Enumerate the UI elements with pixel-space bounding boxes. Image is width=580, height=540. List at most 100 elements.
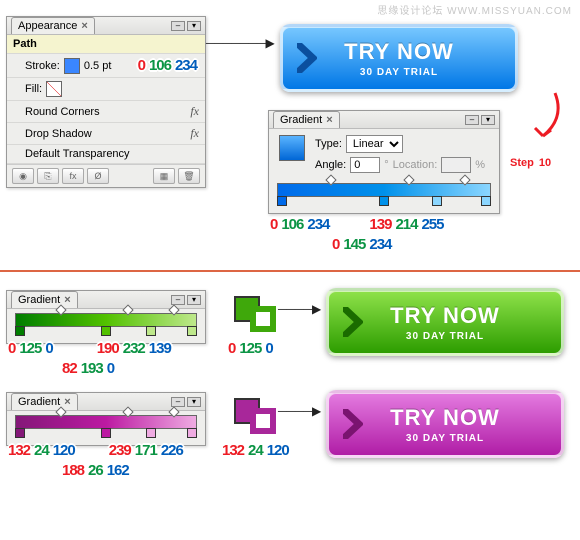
shadow-lbl: Drop Shadow xyxy=(25,128,92,140)
grad-rgb-mid: 0145234 xyxy=(330,236,393,253)
fx-icon: fx xyxy=(190,126,199,141)
close-icon[interactable]: × xyxy=(64,294,70,306)
try-button-pink[interactable]: TRY NOW 30 DAY TRIAL xyxy=(326,390,564,458)
color-stop[interactable] xyxy=(101,428,111,438)
color-stop[interactable] xyxy=(146,326,156,336)
fx-btn[interactable]: fx xyxy=(62,168,84,184)
expand-icon[interactable]: ▾ xyxy=(187,21,201,31)
g3-rgb-mid: 18826162 xyxy=(60,462,131,479)
expand-icon[interactable]: ▾ xyxy=(481,115,495,125)
stroke-row[interactable]: Stroke: 0.5 pt 0 106 234 xyxy=(7,54,205,78)
step-label: Step 10 xyxy=(510,150,551,171)
g2-rgb-mid: 821930 xyxy=(60,360,116,377)
pct-lbl: % xyxy=(475,159,485,171)
stroke-value: 0.5 pt xyxy=(84,60,112,72)
pair-rgb-p: 13224120 xyxy=(220,442,291,459)
round-lbl: Round Corners xyxy=(25,106,100,118)
grad-preview[interactable] xyxy=(279,135,305,161)
try-title: TRY NOW xyxy=(390,303,500,329)
expand-icon[interactable]: ▾ xyxy=(187,295,201,305)
gradient-bar[interactable] xyxy=(15,313,197,327)
pair-rgb-g: 01250 xyxy=(226,340,275,357)
tab-gradient[interactable]: Gradient× xyxy=(273,111,340,128)
color-stop[interactable] xyxy=(379,196,389,206)
transp-row[interactable]: Default Transparency xyxy=(7,145,205,164)
chevron-icon xyxy=(343,307,363,337)
tab-appearance[interactable]: Appearance× xyxy=(11,17,95,34)
swatch-pair-pink xyxy=(234,398,276,434)
gradient-panel-pink: Gradient× –▾ xyxy=(6,392,206,446)
panel-header: Appearance× –▾ xyxy=(7,17,205,35)
clear-icon[interactable]: Ø xyxy=(87,168,109,184)
stroke-swatch[interactable] xyxy=(250,306,276,332)
try-sub: 30 DAY TRIAL xyxy=(360,67,438,78)
color-stop[interactable] xyxy=(15,326,25,336)
try-button-blue[interactable]: TRY NOW 30 DAY TRIAL xyxy=(280,24,518,92)
fx-icon: fx xyxy=(190,104,199,119)
r: 0 xyxy=(136,57,147,74)
color-stop[interactable] xyxy=(187,326,197,336)
min-icon[interactable]: – xyxy=(465,115,479,125)
try-sub: 30 DAY TRIAL xyxy=(406,331,484,342)
color-stop[interactable] xyxy=(432,196,442,206)
transp-lbl: Default Transparency xyxy=(25,148,130,160)
none-swatch[interactable] xyxy=(46,81,62,97)
tab-gradient[interactable]: Gradient× xyxy=(11,291,78,308)
close-icon[interactable]: × xyxy=(81,20,87,32)
arrow-icon: ────▶ xyxy=(278,404,321,418)
eye-icon[interactable]: ◉ xyxy=(12,168,34,184)
try-title: TRY NOW xyxy=(390,405,500,431)
color-stop[interactable] xyxy=(146,428,156,438)
gradient-bar[interactable] xyxy=(277,183,491,197)
path-label: Path xyxy=(13,38,37,50)
panel-footer: ◉ ⎘ fx Ø ▦ 🗑 xyxy=(7,164,205,187)
stroke-swatch[interactable] xyxy=(64,58,80,74)
g2-rgb: 01250 190232139 xyxy=(6,340,173,357)
color-stop[interactable] xyxy=(277,196,287,206)
chevron-icon xyxy=(297,43,317,73)
grad-body: Type: Linear Angle: ° Location: % xyxy=(269,129,499,179)
stroke-swatch[interactable] xyxy=(250,408,276,434)
expand-icon[interactable]: ▾ xyxy=(187,397,201,407)
round-row[interactable]: Round Corners fx xyxy=(7,101,205,123)
close-icon[interactable]: × xyxy=(326,114,332,126)
grad-rgb-row: 0106234 139214255 xyxy=(268,216,446,233)
fill-lbl: Fill: xyxy=(25,83,42,95)
shadow-row[interactable]: Drop Shadow fx xyxy=(7,123,205,145)
gradient-panel: Gradient× –▾ Type: Linear Angle: ° Locat… xyxy=(268,110,500,214)
angle-lbl: Angle: xyxy=(315,159,346,171)
g3-rgb: 13224120 239171226 xyxy=(6,442,185,459)
color-stop[interactable] xyxy=(187,428,197,438)
fill-row[interactable]: Fill: xyxy=(7,78,205,101)
new-icon[interactable]: ▦ xyxy=(153,168,175,184)
color-stop[interactable] xyxy=(101,326,111,336)
type-select[interactable]: Linear xyxy=(346,135,403,153)
link-icon[interactable]: ⎘ xyxy=(37,168,59,184)
min-icon[interactable]: – xyxy=(171,21,185,31)
curve-arrow-icon xyxy=(525,88,565,148)
watermark: 思缘设计论坛 WWW.MISSYUAN.COM xyxy=(377,2,572,17)
b: 234 xyxy=(173,57,199,74)
swatch-pair-green xyxy=(234,296,276,332)
close-icon[interactable]: × xyxy=(64,396,70,408)
color-stop[interactable] xyxy=(15,428,25,438)
min-icon[interactable]: – xyxy=(171,397,185,407)
chevron-icon xyxy=(343,409,363,439)
loc-lbl: Location: xyxy=(393,159,438,171)
color-stop[interactable] xyxy=(481,196,491,206)
angle-input[interactable] xyxy=(350,157,380,173)
loc-input[interactable] xyxy=(441,157,471,173)
tab-gradient[interactable]: Gradient× xyxy=(11,393,78,410)
gradient-bar[interactable] xyxy=(15,415,197,429)
gradient-panel-green: Gradient× –▾ xyxy=(6,290,206,344)
stroke-rgb: 0 106 234 xyxy=(136,57,199,74)
trash-icon[interactable]: 🗑 xyxy=(178,168,200,184)
arrow-icon: ────▶ xyxy=(278,302,321,316)
min-icon[interactable]: – xyxy=(171,295,185,305)
try-title: TRY NOW xyxy=(344,39,454,65)
appearance-panel: Appearance× –▾ Path Stroke: 0.5 pt 0 106… xyxy=(6,16,206,188)
path-row[interactable]: Path xyxy=(7,35,205,54)
try-button-green[interactable]: TRY NOW 30 DAY TRIAL xyxy=(326,288,564,356)
panel-header: Gradient× –▾ xyxy=(269,111,499,129)
g: 106 xyxy=(147,57,173,74)
